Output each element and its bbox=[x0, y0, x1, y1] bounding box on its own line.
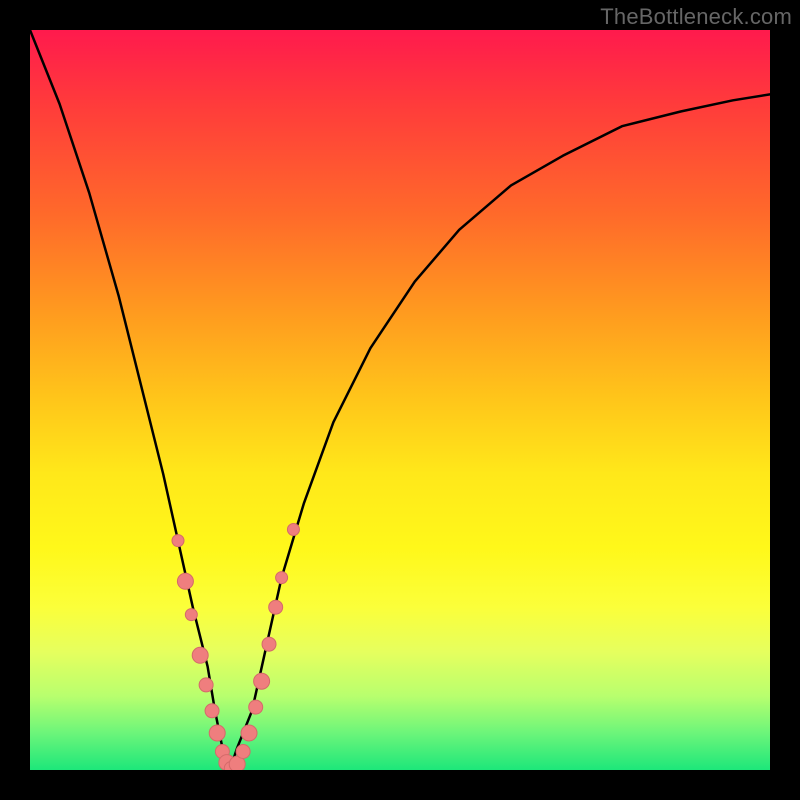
scatter-dot bbox=[269, 600, 283, 614]
scatter-dot bbox=[262, 637, 276, 651]
scatter-dot bbox=[287, 524, 299, 536]
scatter-dot bbox=[241, 725, 257, 741]
scatter-dot bbox=[192, 647, 208, 663]
scatter-dot bbox=[205, 704, 219, 718]
scatter-dot bbox=[177, 573, 193, 589]
scatter-dots bbox=[172, 524, 299, 771]
chart-frame bbox=[30, 30, 770, 770]
scatter-dot bbox=[185, 609, 197, 621]
scatter-dot bbox=[236, 745, 250, 759]
scatter-dot bbox=[172, 535, 184, 547]
scatter-dot bbox=[254, 673, 270, 689]
bottleneck-curve bbox=[30, 30, 770, 770]
bottleneck-plot bbox=[30, 30, 770, 770]
scatter-dot bbox=[209, 725, 225, 741]
watermark-text: TheBottleneck.com bbox=[600, 4, 792, 30]
scatter-dot bbox=[199, 678, 213, 692]
scatter-dot bbox=[276, 572, 288, 584]
scatter-dot bbox=[249, 700, 263, 714]
